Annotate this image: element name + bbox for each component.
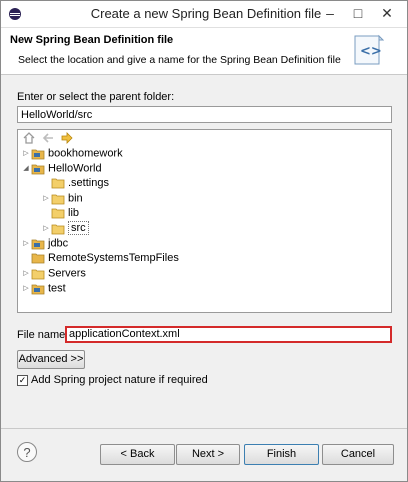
file-name-label: File name:	[17, 329, 69, 341]
cancel-button[interactable]: Cancel	[322, 444, 394, 465]
tree-item-label: Servers	[48, 267, 86, 280]
project-icon	[31, 163, 45, 175]
parent-folder-input[interactable]: HelloWorld/src	[17, 106, 392, 123]
home-icon[interactable]	[21, 132, 37, 146]
folder-icon	[51, 177, 65, 189]
expand-arrow-icon[interactable]: ▷	[41, 221, 51, 236]
window-title: Create a new Spring Bean Definition file	[90, 6, 322, 21]
finish-button[interactable]: Finish	[244, 444, 319, 465]
back-arrow-icon[interactable]	[40, 132, 56, 146]
forward-arrow-icon[interactable]	[59, 132, 75, 146]
back-button[interactable]: < Back	[100, 444, 175, 465]
tree-item-settings[interactable]: .settings	[41, 176, 109, 191]
tree-item-label: bin	[68, 192, 83, 205]
eclipse-app-icon	[8, 7, 22, 21]
close-button[interactable]: ✕	[376, 4, 398, 23]
spring-bean-xml-icon: <>	[352, 34, 385, 66]
tree-item-bin[interactable]: ▷ bin	[41, 191, 83, 206]
svg-text:<>: <>	[360, 44, 382, 59]
tree-item-label: lib	[68, 207, 80, 219]
minimize-button[interactable]: –	[319, 4, 341, 23]
folder-tree[interactable]: ▷ bookhomework ◢ HelloWorld .settings ▷ bin…	[17, 129, 392, 313]
tree-item-src[interactable]: ▷ src	[41, 221, 89, 236]
expand-arrow-icon[interactable]: ▷	[21, 266, 31, 281]
spring-nature-checkbox[interactable]: ✓	[17, 375, 28, 386]
project-icon	[31, 148, 45, 160]
wizard-header: New Spring Bean Definition file Select t…	[1, 28, 407, 75]
tree-item-test[interactable]: ▷ test	[21, 281, 66, 296]
header-title: New Spring Bean Definition file	[10, 34, 174, 46]
collapse-arrow-icon[interactable]: ◢	[21, 161, 31, 176]
expand-arrow-icon[interactable]: ▷	[41, 191, 51, 206]
tree-item-label: bookhomework	[48, 147, 123, 160]
folder-icon	[51, 223, 65, 235]
tree-item-label: jdbc	[48, 237, 69, 250]
next-button[interactable]: Next >	[176, 444, 240, 465]
expand-arrow-icon[interactable]: ▷	[21, 236, 31, 251]
help-icon[interactable]: ?	[17, 442, 37, 462]
folder-icon	[31, 268, 45, 280]
dialog-window: Create a new Spring Bean Definition file…	[0, 0, 408, 482]
folder-icon	[51, 207, 65, 219]
advanced-button[interactable]: Advanced >>	[17, 350, 85, 369]
tree-item-lib[interactable]: lib	[41, 206, 79, 221]
project-icon	[31, 238, 45, 250]
title-bar[interactable]: Create a new Spring Bean Definition file…	[1, 1, 407, 28]
spring-nature-label: Add Spring project nature if required	[31, 374, 208, 386]
file-name-input[interactable]: applicationContext.xml	[65, 326, 392, 343]
tree-item-remotesystemstempfiles[interactable]: RemoteSystemsTempFiles	[21, 251, 179, 266]
footer-separator	[1, 428, 407, 429]
expand-arrow-icon[interactable]: ▷	[21, 146, 31, 161]
tree-item-label: HelloWorld	[48, 162, 102, 175]
tree-item-jdbc[interactable]: ▷ jdbc	[21, 236, 68, 251]
tree-toolbar	[21, 132, 75, 146]
tree-item-label: RemoteSystemsTempFiles	[48, 252, 179, 264]
tree-item-label: src	[68, 221, 89, 236]
project-icon	[31, 283, 45, 295]
maximize-button[interactable]: □	[347, 4, 369, 23]
folder-icon	[51, 193, 65, 205]
project-icon	[31, 252, 45, 264]
tree-item-helloworld[interactable]: ◢ HelloWorld	[21, 161, 102, 176]
tree-item-servers[interactable]: ▷ Servers	[21, 266, 86, 281]
tree-item-label: .settings	[68, 177, 109, 189]
expand-arrow-icon[interactable]: ▷	[21, 281, 31, 296]
header-description: Select the location and give a name for …	[18, 54, 341, 66]
tree-item-bookhomework[interactable]: ▷ bookhomework	[21, 146, 123, 161]
tree-item-label: test	[48, 282, 66, 295]
parent-folder-label: Enter or select the parent folder:	[17, 91, 175, 103]
